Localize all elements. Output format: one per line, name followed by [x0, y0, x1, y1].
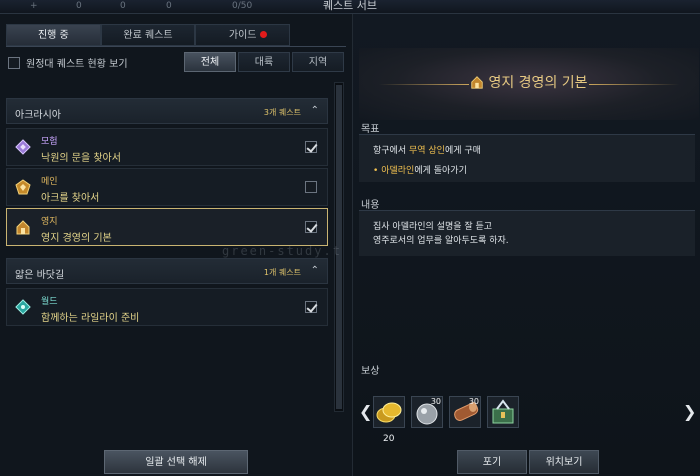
group-name: 아크라시아	[15, 110, 61, 121]
quest-type: 모험	[41, 137, 58, 147]
expedition-label: 원정대 퀘스트 현황 보기	[26, 59, 128, 70]
watermark-text: green-study.t	[222, 244, 342, 258]
reward-quantity: 30	[468, 397, 479, 406]
bullet-icon: •	[373, 166, 379, 176]
quest-track-checkbox[interactable]	[305, 301, 317, 313]
quest-item-selected[interactable]: 영지 영지 경영의 기본	[6, 208, 328, 246]
gold-coins-icon	[376, 402, 402, 423]
quest-title: 아크를 찾아서	[41, 193, 100, 204]
quest-detail-panel: 영지 경영의 기본 목표 항구에서 무역 상인에게 구매 • 아델라인에게 돌아…	[352, 14, 700, 476]
group-name: 얇은 바닷길	[15, 270, 65, 281]
goal-highlight: 무역 상인	[408, 146, 445, 156]
chevron-up-icon[interactable]: ⌃	[311, 105, 319, 116]
quest-detail-title: 영지 경영의 기본	[359, 72, 699, 92]
chevron-left-icon[interactable]: ❮	[359, 402, 372, 421]
world-quest-icon	[15, 299, 31, 315]
give-up-button[interactable]: 포기	[457, 450, 527, 474]
quest-tabs: 진행 중 완료 퀘스트 가이드	[6, 24, 291, 46]
expedition-checkbox[interactable]	[8, 56, 20, 69]
reward-slot[interactable]	[373, 396, 405, 428]
filter-all[interactable]: 전체	[184, 52, 236, 72]
group-count: 1개 퀘스트	[263, 268, 301, 277]
quest-type: 메인	[41, 177, 58, 187]
group-header-shallow-sea[interactable]: 얇은 바닷길 1개 퀘스트 ⌃	[6, 258, 328, 284]
notification-dot-icon	[260, 31, 268, 38]
reward-quantity: 30	[430, 397, 441, 406]
quest-track-checkbox[interactable]	[305, 221, 317, 233]
group-header-arkesia[interactable]: 아크라시아 3개 퀘스트 ⌃	[6, 98, 328, 124]
window-title: 퀘스트 서브	[322, 0, 378, 12]
tool-kit-icon	[492, 399, 514, 424]
chevron-right-icon[interactable]: ❯	[683, 402, 696, 421]
filter-continent[interactable]: 대륙	[238, 52, 290, 72]
quest-track-checkbox[interactable]	[305, 181, 317, 193]
gold-amount: 20	[383, 434, 395, 444]
goal-text: 항구에서	[373, 146, 409, 156]
quest-item[interactable]: 월드 함께하는 라일라이 준비	[6, 288, 328, 326]
goal-line-1: 항구에서 무역 상인에게 구매	[373, 143, 481, 156]
goal-highlight: 아델라인	[381, 166, 415, 176]
quest-window: 진행 중 완료 퀘스트 가이드 원정대 퀘스트 현황 보기 전체 대륙 지역 아…	[0, 14, 700, 476]
quest-type: 월드	[41, 297, 58, 307]
reward-slot[interactable]: 30	[411, 396, 443, 428]
reward-list: 30 30	[373, 396, 519, 428]
content-line-1: 집사 아델라인의 설명을 잘 듣고	[373, 222, 493, 232]
main-quest-icon	[15, 179, 31, 195]
reward-slot[interactable]: 30	[449, 396, 481, 428]
quest-title: 낙원의 문을 찾아서	[41, 153, 121, 164]
goal-box: 항구에서 무역 상인에게 구매 • 아델라인에게 돌아가기	[359, 134, 695, 182]
goal-label: 목표	[361, 124, 380, 135]
tab-divider	[6, 46, 346, 47]
content-box: 집사 아델라인의 설명을 잘 듣고 영주로서의 업무를 알아두도록 하자.	[359, 210, 695, 256]
filter-region[interactable]: 지역	[292, 52, 344, 72]
filter-buttons: 전체 대륙 지역	[184, 52, 344, 72]
goal-text: 에게 돌아가기	[414, 166, 467, 176]
quest-item[interactable]: 메인 아크를 찾아서	[6, 168, 328, 206]
deselect-all-button[interactable]: 일괄 선택 해제	[104, 450, 248, 474]
tab-guide[interactable]: 가이드	[195, 24, 291, 46]
group-count: 3개 퀘스트	[263, 108, 301, 117]
estate-quest-icon	[16, 220, 30, 235]
goal-text: 에게 구매	[444, 146, 481, 156]
content-line-2: 영주로서의 업무를 알아두도록 하자.	[373, 236, 509, 246]
quest-title: 영지 경영의 기본	[41, 233, 112, 244]
tab-completed[interactable]: 완료 퀘스트	[100, 24, 196, 46]
tab-guide-label: 가이드	[228, 30, 257, 41]
locate-button[interactable]: 위치보기	[529, 450, 599, 474]
goal-line-2: • 아델라인에게 돌아가기	[373, 163, 467, 176]
tab-in-progress[interactable]: 진행 중	[6, 24, 101, 46]
quest-title: 함께하는 라일라이 준비	[41, 313, 140, 324]
chevron-up-icon[interactable]: ⌃	[311, 265, 319, 276]
quest-item[interactable]: 모험 낙원의 문을 찾아서	[6, 128, 328, 166]
quest-title-banner: 영지 경영의 기본	[359, 48, 699, 120]
reward-label: 보상	[361, 366, 380, 377]
content-label: 내용	[361, 200, 380, 211]
expedition-toggle[interactable]: 원정대 퀘스트 현황 보기	[8, 55, 128, 70]
adventure-diamond-icon	[15, 139, 31, 155]
reward-slot[interactable]	[487, 396, 519, 428]
top-bar: + 0 0 0 0/50 퀘스트 서브	[0, 0, 700, 14]
quest-type: 영지	[41, 217, 58, 227]
quest-track-checkbox[interactable]	[305, 141, 317, 153]
estate-quest-icon	[471, 76, 484, 89]
quest-detail-title-text: 영지 경영의 기본	[488, 75, 588, 91]
